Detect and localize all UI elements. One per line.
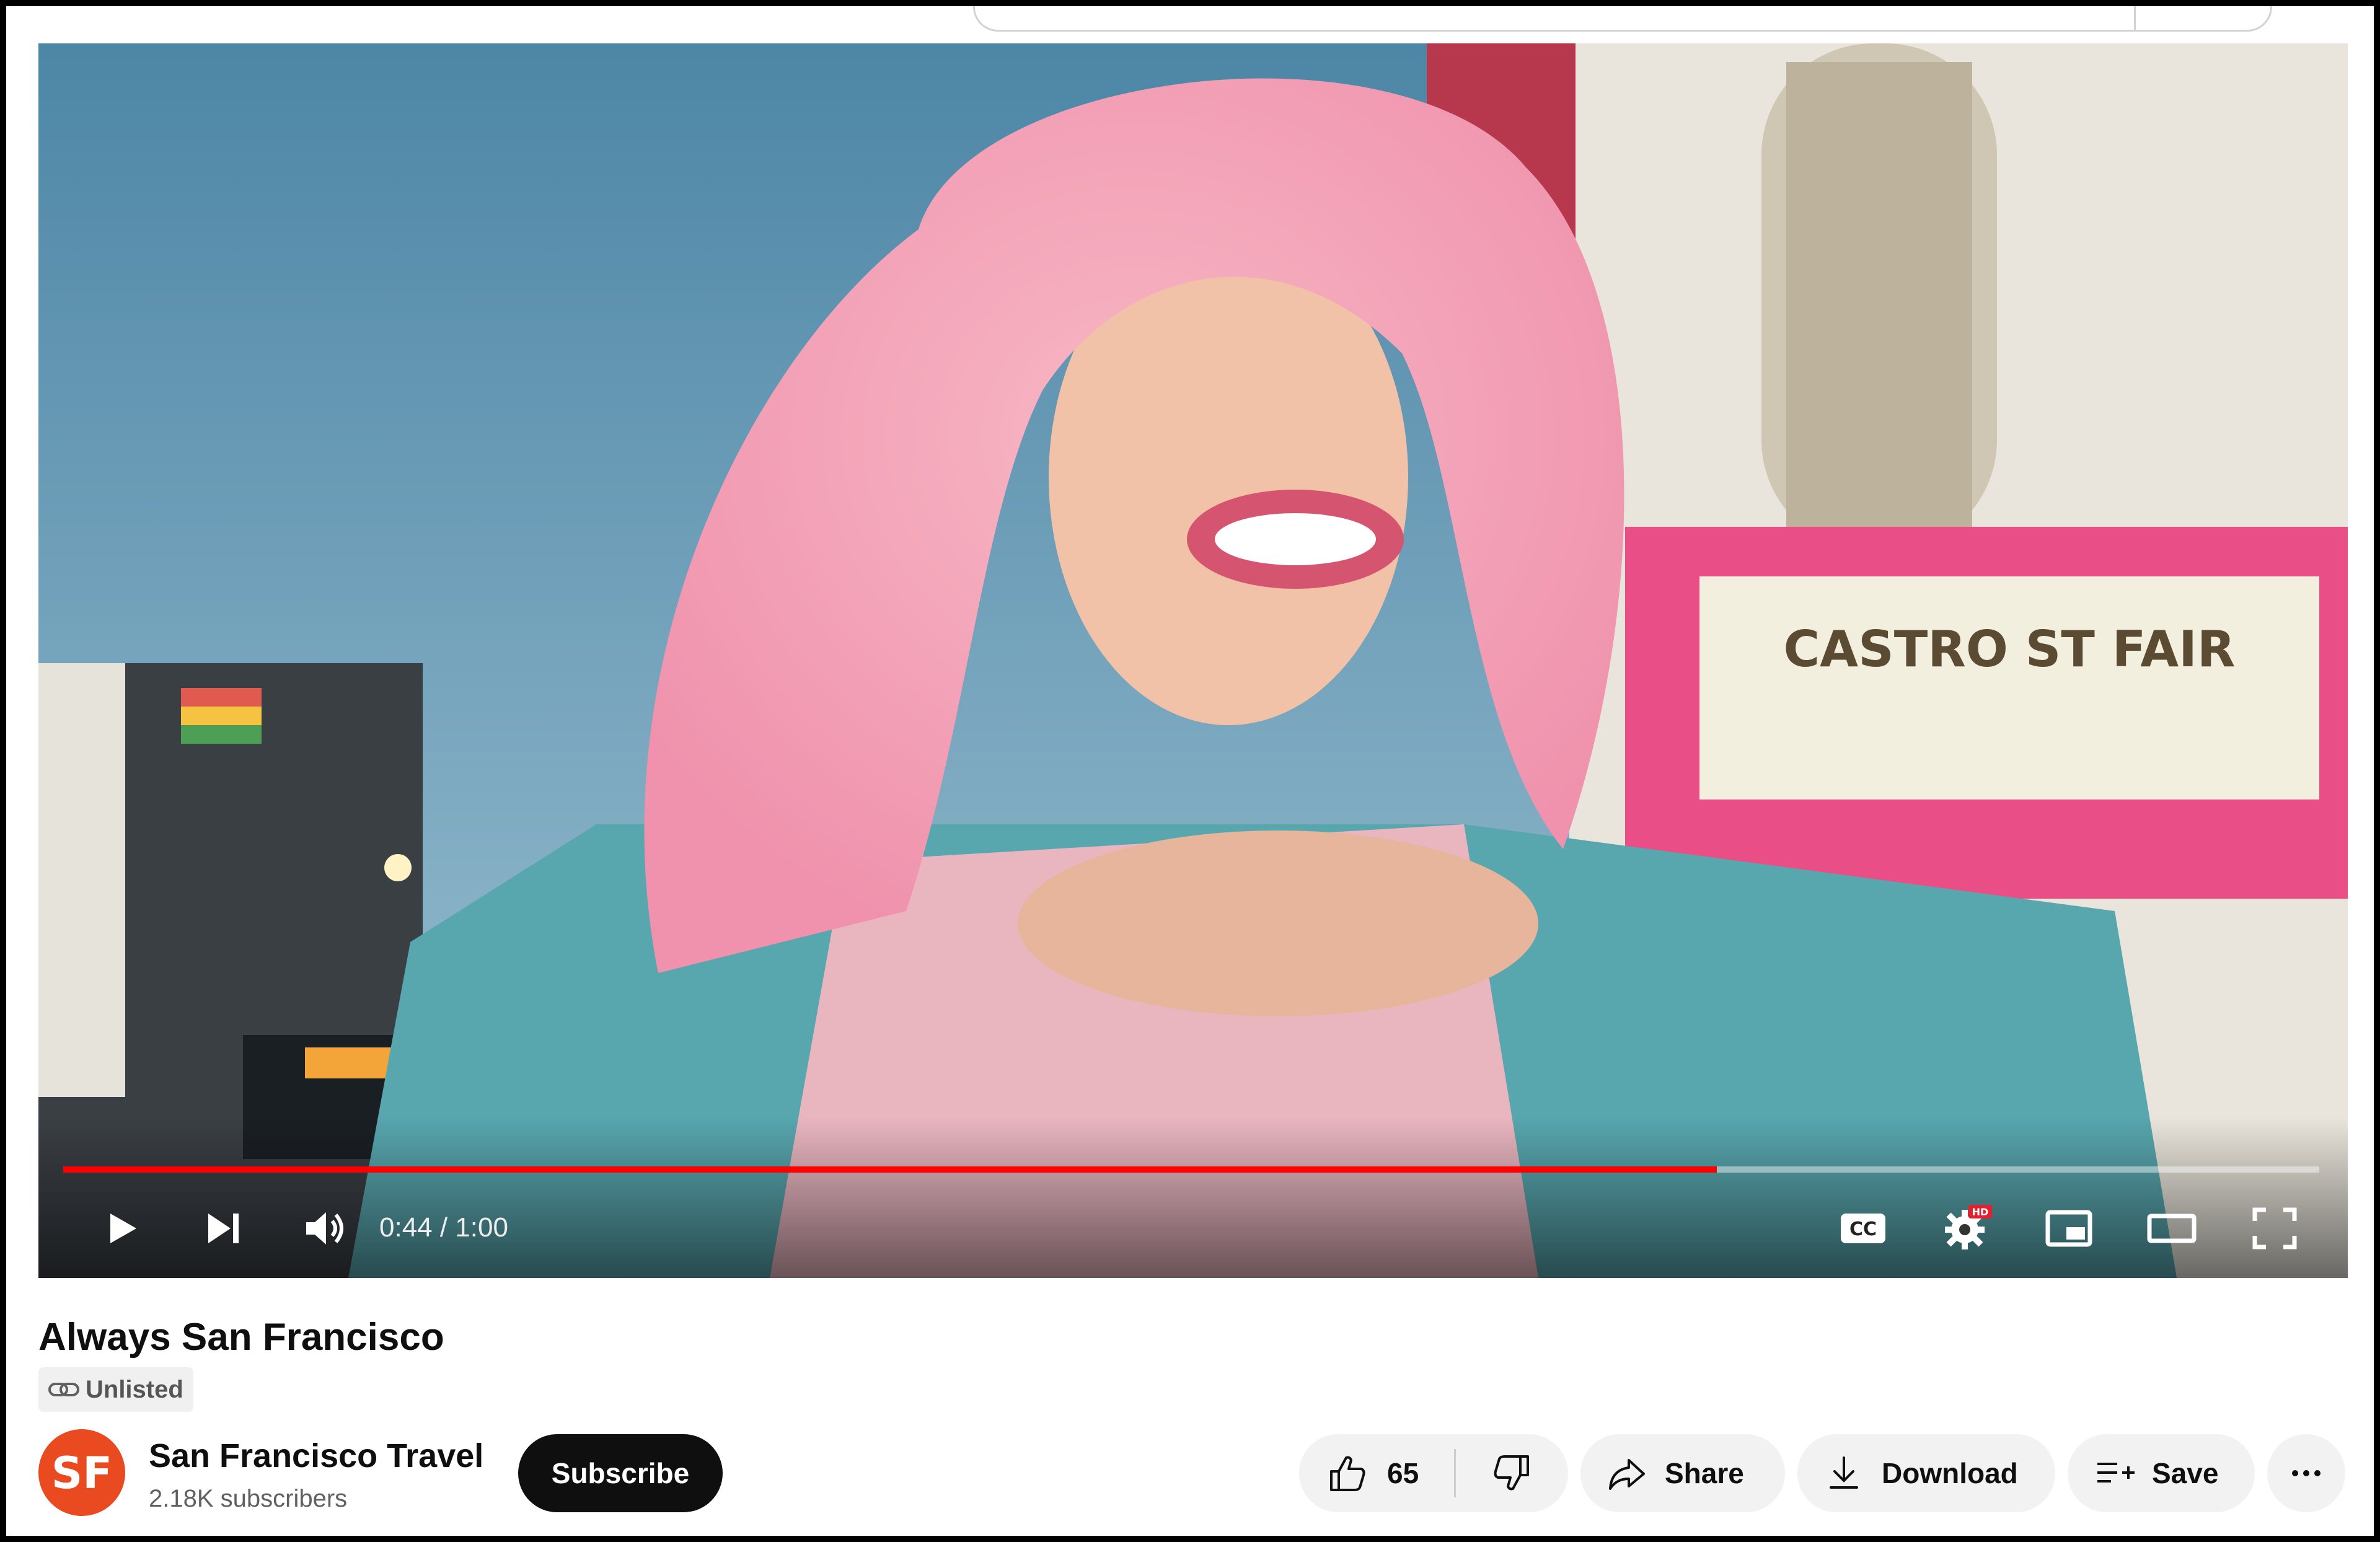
download-button[interactable]: Download xyxy=(1797,1434,2055,1512)
miniplayer-icon xyxy=(2045,1210,2092,1247)
download-icon xyxy=(1830,1456,1858,1489)
video-title: Always San Francisco xyxy=(38,1316,444,1359)
fullscreen-button[interactable] xyxy=(2249,1202,2301,1254)
like-button[interactable]: 65 xyxy=(1299,1434,1454,1512)
like-count: 65 xyxy=(1387,1457,1419,1489)
playlist-add-icon xyxy=(2097,1463,2135,1483)
download-label: Download xyxy=(1882,1457,2018,1489)
gear-icon: HD xyxy=(1945,1205,1992,1249)
video-player[interactable]: CASTRO ST FAIR 0:44 / 1:00 CC HD xyxy=(38,43,2348,1278)
next-button[interactable] xyxy=(197,1202,249,1254)
search-bar[interactable] xyxy=(973,6,2272,32)
play-icon xyxy=(110,1214,136,1243)
marquee-text: CASTRO ST FAIR xyxy=(1783,620,2235,678)
settings-button[interactable]: HD xyxy=(1940,1202,1992,1254)
theater-button[interactable] xyxy=(2146,1202,2198,1254)
miniplayer-button[interactable] xyxy=(2043,1202,2095,1254)
thumbs-down-icon xyxy=(1494,1455,1529,1491)
progress-bar-fill xyxy=(63,1166,1717,1173)
avatar-text: SF xyxy=(51,1448,112,1499)
share-icon xyxy=(1609,1459,1645,1490)
player-controls: 0:44 / 1:00 CC HD xyxy=(38,1190,2348,1264)
subscriber-count: 2.18K subscribers xyxy=(149,1485,348,1512)
more-actions-button[interactable] xyxy=(2267,1434,2345,1512)
subscribe-button[interactable]: Subscribe xyxy=(518,1434,723,1512)
save-label: Save xyxy=(2152,1457,2219,1489)
share-label: Share xyxy=(1665,1457,1744,1489)
share-button[interactable]: Share xyxy=(1580,1434,1785,1512)
channel-avatar[interactable]: SF xyxy=(38,1429,125,1516)
svg-text:CC: CC xyxy=(1849,1218,1877,1240)
hd-badge: HD xyxy=(1972,1206,1989,1218)
cc-icon: CC xyxy=(1841,1214,1885,1243)
sf-logo-icon: SF xyxy=(38,1429,125,1516)
dislike-button[interactable] xyxy=(1456,1434,1568,1512)
page: CASTRO ST FAIR 0:44 / 1:00 CC HD Always … xyxy=(6,6,2374,1536)
thumbs-up-icon xyxy=(1330,1456,1365,1491)
play-button[interactable] xyxy=(95,1202,148,1254)
captions-button[interactable]: CC xyxy=(1837,1202,1889,1254)
progress-bar[interactable] xyxy=(63,1166,2319,1173)
visibility-label: Unlisted xyxy=(86,1375,183,1403)
next-icon xyxy=(208,1214,239,1243)
theater-icon xyxy=(2147,1214,2197,1243)
channel-name[interactable]: San Francisco Travel xyxy=(149,1437,483,1475)
link-icon xyxy=(48,1383,79,1396)
visibility-badge: Unlisted xyxy=(38,1367,193,1412)
video-frame: CASTRO ST FAIR xyxy=(38,43,2348,1278)
search-divider xyxy=(2134,6,2136,30)
time-display: 0:44 / 1:00 xyxy=(379,1212,508,1243)
like-dislike-group: 65 xyxy=(1299,1434,1568,1512)
fullscreen-icon xyxy=(2252,1207,2297,1249)
volume-button[interactable] xyxy=(299,1202,351,1254)
save-button[interactable]: Save xyxy=(2068,1434,2255,1512)
more-icon xyxy=(2292,1470,2320,1476)
volume-icon xyxy=(306,1212,343,1245)
